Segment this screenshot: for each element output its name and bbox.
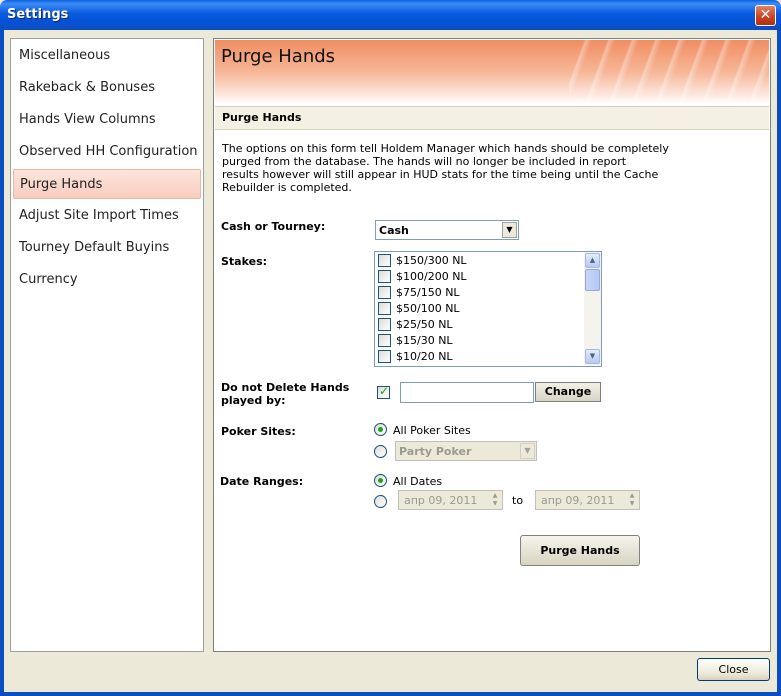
intro-text: The options on this form tell Holdem Man… — [222, 142, 669, 194]
all-poker-sites-label: All Poker Sites — [393, 424, 471, 437]
purge-hands-panel: Purge Hands Purge Hands The options on t… — [213, 38, 771, 652]
stake-checkbox[interactable] — [378, 270, 391, 283]
stakes-list-item[interactable]: $15/30 NL — [378, 333, 578, 349]
poker-sites-label: Poker Sites: — [221, 425, 296, 438]
checkmark-icon: ✓ — [379, 384, 390, 398]
stakes-listbox[interactable]: $150/300 NL $100/200 NL $75/150 NL $50/1… — [374, 251, 602, 367]
section-title: Purge Hands — [222, 111, 302, 124]
window-title: Settings — [7, 7, 69, 22]
specific-site-radio[interactable] — [374, 445, 387, 458]
do-not-delete-label-line1: Do not Delete Hands — [221, 381, 350, 394]
change-button[interactable]: Change — [535, 382, 601, 402]
sidebar-item-currency[interactable]: Currency — [13, 265, 201, 295]
date-from-picker[interactable]: апр 09, 2011 ▲ ▼ — [398, 490, 503, 510]
cash-or-tourney-select[interactable]: Cash ▼ — [375, 220, 519, 240]
sidebar-item-miscellaneous[interactable]: Miscellaneous — [13, 41, 201, 71]
sidebar-item-adjust-site-import-times[interactable]: Adjust Site Import Times — [13, 201, 201, 231]
window-frame-right — [777, 30, 781, 696]
all-poker-sites-radio[interactable] — [374, 423, 387, 436]
banner-stripes — [569, 40, 769, 104]
stakes-list-item[interactable]: $100/200 NL — [378, 269, 578, 285]
page-title: Purge Hands — [221, 46, 336, 67]
stake-label: $15/30 NL — [396, 334, 453, 347]
stakes-list-item[interactable]: $50/100 NL — [378, 301, 578, 317]
date-ranges-label: Date Ranges: — [220, 475, 304, 488]
stake-checkbox[interactable] — [378, 334, 391, 347]
title-bar: Settings ✕ — [0, 0, 781, 30]
stake-label: $75/150 NL — [396, 286, 460, 299]
do-not-delete-checkbox[interactable]: ✓ — [377, 384, 390, 399]
settings-sidebar: Miscellaneous Rakeback & Bonuses Hands V… — [10, 38, 204, 652]
stake-label: $50/100 NL — [396, 302, 460, 315]
poker-site-value: Party Poker — [399, 445, 472, 458]
window-frame-bottom — [0, 692, 781, 696]
panel-banner: Purge Hands — [215, 40, 769, 104]
stakes-label: Stakes: — [221, 255, 268, 268]
stake-checkbox[interactable] — [378, 286, 391, 299]
poker-site-select[interactable]: Party Poker ▼ — [395, 441, 537, 461]
stakes-list-item[interactable]: $25/50 NL — [378, 317, 578, 333]
stakes-scrollbar[interactable]: ▲ ▼ — [584, 252, 601, 366]
scroll-thumb[interactable] — [585, 269, 600, 291]
stake-checkbox[interactable] — [378, 302, 391, 315]
do-not-delete-label-line2: played by: — [221, 394, 286, 407]
played-by-input[interactable] — [400, 382, 534, 403]
all-dates-label: All Dates — [393, 475, 443, 488]
stakes-list-item[interactable]: $150/300 NL — [378, 253, 578, 269]
date-range-radio[interactable] — [374, 495, 387, 508]
sidebar-item-purge-hands[interactable]: Purge Hands — [13, 169, 201, 199]
to-label: to — [512, 494, 524, 507]
date-to-picker[interactable]: апр 09, 2011 ▲ ▼ — [535, 490, 640, 510]
stake-label: $10/20 NL — [396, 350, 453, 363]
spinner-icon[interactable]: ▲ ▼ — [626, 492, 638, 508]
cash-or-tourney-label: Cash or Tourney: — [221, 220, 326, 233]
close-window-icon[interactable]: ✕ — [755, 5, 776, 26]
section-header: Purge Hands — [215, 106, 769, 130]
stakes-list-item[interactable]: $75/150 NL — [378, 285, 578, 301]
cash-or-tourney-value: Cash — [379, 224, 409, 237]
sidebar-item-observed-hh-configuration[interactable]: Observed HH Configuration — [13, 137, 201, 167]
close-button[interactable]: Close — [697, 658, 770, 681]
chevron-down-icon[interactable]: ▼ — [502, 222, 517, 238]
sidebar-item-tourney-default-buyins[interactable]: Tourney Default Buyins — [13, 233, 201, 263]
sidebar-item-hands-view-columns[interactable]: Hands View Columns — [13, 105, 201, 135]
stake-label: $150/300 NL — [396, 254, 467, 267]
stake-checkbox[interactable] — [378, 254, 391, 267]
scroll-down-icon[interactable]: ▼ — [585, 349, 600, 364]
chevron-down-icon[interactable]: ▼ — [520, 443, 535, 459]
purge-hands-button[interactable]: Purge Hands — [520, 535, 640, 566]
stake-checkbox[interactable] — [378, 350, 391, 363]
scroll-up-icon[interactable]: ▲ — [585, 253, 600, 268]
stake-label: $100/200 NL — [396, 270, 467, 283]
spinner-icon[interactable]: ▲ ▼ — [489, 492, 501, 508]
date-to-value: апр 09, 2011 — [541, 494, 615, 507]
window-frame-left — [0, 30, 4, 696]
date-from-value: апр 09, 2011 — [404, 494, 478, 507]
stakes-list-item[interactable]: $10/20 NL — [378, 349, 578, 365]
sidebar-item-rakeback-bonuses[interactable]: Rakeback & Bonuses — [13, 73, 201, 103]
stake-label: $25/50 NL — [396, 318, 453, 331]
stake-checkbox[interactable] — [378, 318, 391, 331]
all-dates-radio[interactable] — [374, 474, 387, 487]
